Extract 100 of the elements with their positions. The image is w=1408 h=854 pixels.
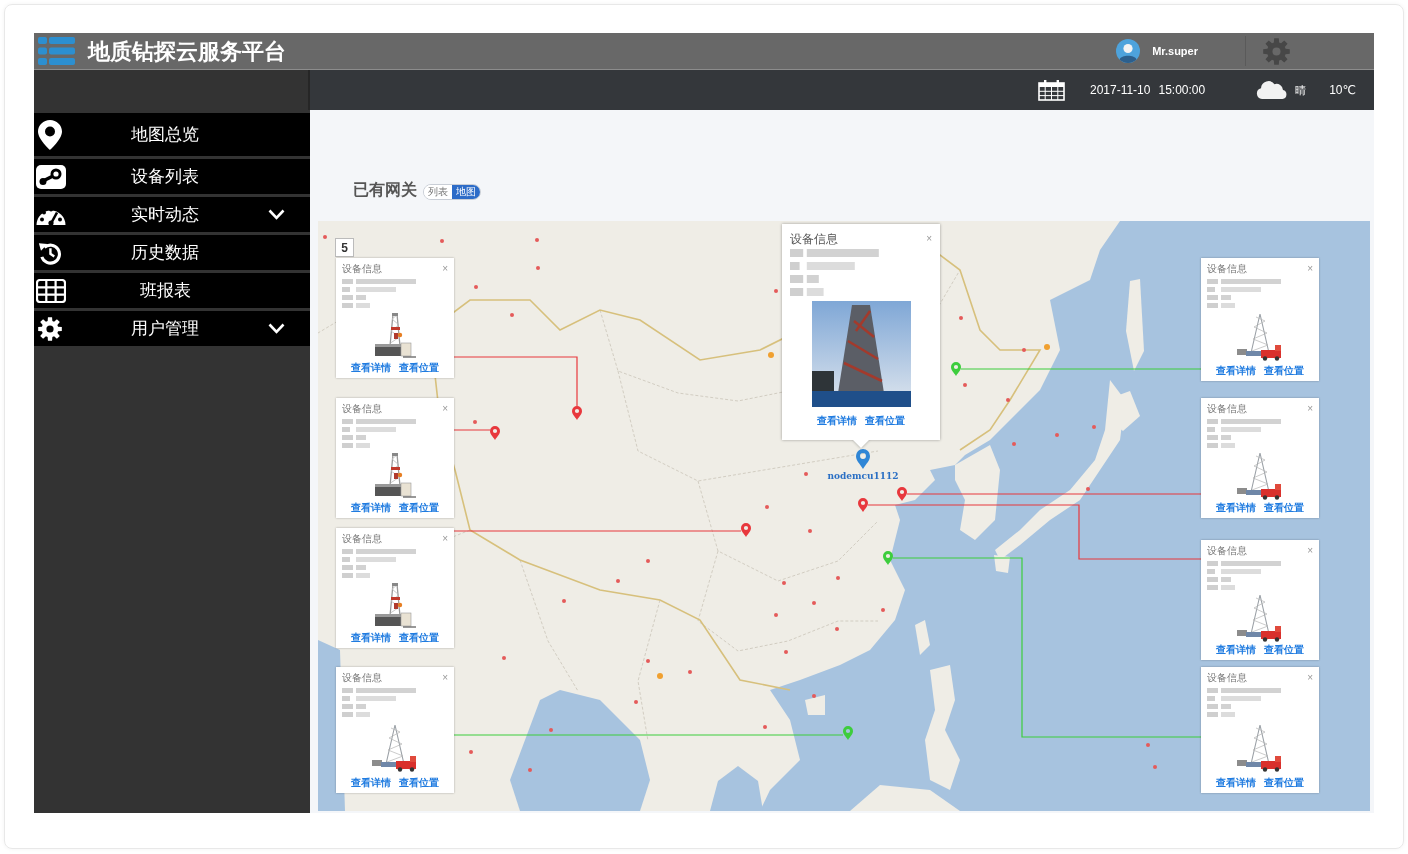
city-dot-icon (440, 239, 444, 243)
land-area (915, 620, 930, 655)
city-dot-icon (881, 608, 885, 612)
city-dot-icon (323, 235, 327, 239)
map-pin-icon[interactable] (858, 498, 868, 512)
close-button[interactable]: × (442, 672, 448, 683)
city-dot-icon (536, 266, 540, 270)
sidebar-item[interactable]: 地图总览 (34, 113, 310, 156)
weather-text: 晴 (1295, 82, 1307, 98)
land-area (805, 695, 825, 715)
popup-title: 设备信息 (790, 231, 838, 246)
city-dot-icon (768, 352, 774, 358)
linked-circles-tile-icon (36, 164, 66, 189)
card-link[interactable]: 查看详情 (1216, 777, 1256, 789)
city-dot-icon (688, 670, 692, 674)
map-pin-icon[interactable] (856, 449, 870, 469)
card-title: 设备信息 (1207, 402, 1247, 415)
city-dot-icon (646, 659, 650, 663)
card-link[interactable]: 查看详情 (1216, 644, 1256, 656)
marker-label: nodemcu1112 (827, 471, 899, 482)
date-text: 2017-11-10 (1089, 83, 1151, 97)
close-button[interactable]: × (1307, 263, 1313, 274)
close-button[interactable]: × (1307, 403, 1313, 414)
sidebar-item[interactable]: 实时动态 (34, 197, 310, 232)
card-title: 设备信息 (342, 671, 382, 684)
city-dot-icon (808, 529, 812, 533)
sidebar-item[interactable]: 历史数据 (34, 235, 310, 270)
city-dot-icon (469, 750, 473, 754)
sidebar-item[interactable]: 班报表 (34, 273, 310, 308)
card-link[interactable]: 查看位置 (1264, 644, 1304, 656)
user-name[interactable]: Mr.super (1152, 45, 1198, 57)
map-pin-icon[interactable] (897, 487, 907, 501)
card-link[interactable]: 查看详情 (351, 502, 391, 514)
time-text: 15:00:00 (1158, 83, 1206, 97)
city-dot-icon (1006, 398, 1010, 402)
card-title: 设备信息 (1207, 544, 1247, 557)
close-button[interactable]: × (926, 233, 932, 244)
close-button[interactable]: × (1307, 545, 1313, 556)
section-title: 已有网关 (353, 181, 417, 199)
app-title: 地质钻探云服务平台 (88, 38, 286, 64)
drilling-rig-drawing (373, 452, 417, 499)
city-dot-icon (510, 313, 514, 317)
city-dot-icon (812, 694, 816, 698)
city-dot-icon (528, 768, 532, 772)
card-link[interactable]: 查看位置 (399, 777, 439, 789)
connector-line (453, 429, 491, 431)
map-pin-icon[interactable] (490, 426, 500, 440)
city-dot-icon (1153, 765, 1157, 769)
drilling-rig-drawing (373, 312, 417, 359)
city-dot-icon (774, 289, 778, 293)
close-button[interactable]: × (1307, 672, 1313, 683)
city-dot-icon (804, 472, 808, 476)
card-link[interactable]: 查看位置 (1264, 777, 1304, 789)
city-dot-icon (784, 650, 788, 654)
card-title: 设备信息 (342, 262, 382, 275)
card-link[interactable]: 查看详情 (351, 362, 391, 374)
card-link[interactable]: 查看详情 (351, 777, 391, 789)
card-link[interactable]: 查看位置 (1264, 365, 1304, 377)
card-link[interactable]: 查看详情 (351, 632, 391, 644)
sidebar-item[interactable]: 设备列表 (34, 159, 310, 194)
city-dot-icon (959, 316, 963, 320)
city-dot-icon (562, 599, 566, 603)
card-link[interactable]: 查看位置 (865, 415, 905, 427)
view-tab[interactable]: 地图 (452, 185, 480, 199)
city-dot-icon (836, 576, 840, 580)
location-pin-icon (38, 119, 62, 150)
close-button[interactable]: × (442, 403, 448, 414)
city-dot-icon (774, 613, 778, 617)
card-title: 设备信息 (342, 532, 382, 545)
city-dot-icon (963, 383, 967, 387)
city-dot-icon (763, 725, 767, 729)
calendar-icon (1037, 79, 1065, 101)
avatar-icon[interactable] (1116, 39, 1141, 63)
city-dot-icon (1044, 344, 1050, 350)
close-button[interactable]: × (442, 263, 448, 274)
card-link[interactable]: 查看详情 (817, 415, 857, 427)
city-dot-icon (812, 601, 816, 605)
city-dot-icon (765, 505, 769, 509)
city-dot-icon (657, 673, 663, 679)
temperature-text: 10℃ (1329, 83, 1356, 97)
map-pin-icon[interactable] (572, 406, 582, 420)
card-link[interactable]: 查看位置 (399, 632, 439, 644)
card-title: 设备信息 (342, 402, 382, 415)
city-dot-icon (1092, 425, 1096, 429)
city-dot-icon (1055, 433, 1059, 437)
drilling-rig-drawing (373, 582, 417, 629)
map-pin-icon[interactable] (741, 523, 751, 537)
count-badge[interactable]: 5 (335, 238, 354, 257)
city-dot-icon (1022, 348, 1026, 352)
city-dot-icon (535, 238, 539, 242)
card-link[interactable]: 查看位置 (399, 362, 439, 374)
card-link[interactable]: 查看位置 (1264, 502, 1304, 514)
card-link[interactable]: 查看详情 (1216, 502, 1256, 514)
close-button[interactable]: × (442, 533, 448, 544)
sidebar-item[interactable]: 用户管理 (34, 311, 310, 346)
grid-icon (36, 278, 66, 303)
city-dot-icon (616, 579, 620, 583)
card-link[interactable]: 查看位置 (399, 502, 439, 514)
card-link[interactable]: 查看详情 (1216, 365, 1256, 377)
city-dot-icon (634, 700, 638, 704)
